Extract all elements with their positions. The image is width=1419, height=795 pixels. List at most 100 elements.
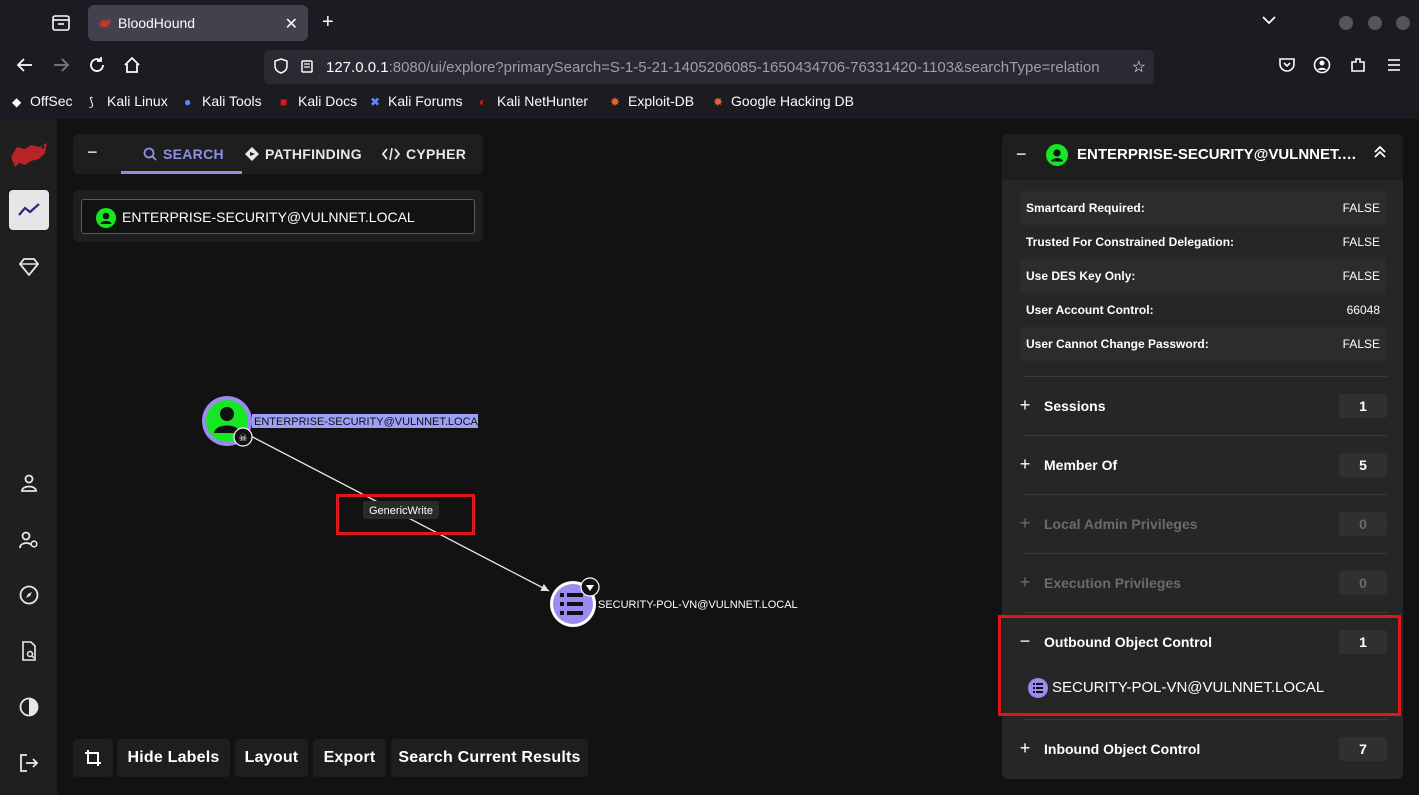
pathfinding-icon <box>245 147 259 161</box>
code-icon <box>381 147 401 161</box>
kali-docs-icon: ■ <box>280 95 288 109</box>
section-sessions[interactable]: + Sessions 1 <box>1020 376 1387 434</box>
export-button[interactable]: Export <box>313 739 386 777</box>
extensions-icon[interactable] <box>1347 56 1369 78</box>
search-input-value[interactable]: ENTERPRISE-SECURITY@VULNNET.LOCAL <box>122 209 415 225</box>
bloodhound-logo-icon[interactable] <box>9 137 49 171</box>
bookmark-kali-docs[interactable]: ■ Kali Docs <box>280 93 357 109</box>
kali-tools-icon: ● <box>184 95 192 109</box>
property-value: FALSE <box>1342 201 1380 215</box>
crop-icon <box>85 750 101 766</box>
close-tab-icon[interactable]: ✕ <box>285 14 298 34</box>
node-enterprise-security[interactable]: ☠ <box>202 396 253 447</box>
expand-icon[interactable]: + <box>1018 738 1032 759</box>
target-node-label: SECURITY-POL-VN@VULNNET.LOCAL <box>598 599 798 611</box>
bloodhound-favicon-icon <box>98 16 112 30</box>
tab-list-icon[interactable] <box>48 12 74 34</box>
bookmark-exploit-db[interactable]: ✸ Exploit-DB <box>610 93 694 109</box>
theme-toggle-icon[interactable] <box>9 687 49 727</box>
pocket-icon[interactable] <box>1276 56 1298 78</box>
section-label[interactable]: Member Of <box>1044 457 1117 473</box>
search-input[interactable]: ENTERPRISE-SECURITY@VULNNET.LOCAL <box>81 199 475 234</box>
user-node-icon <box>1046 144 1068 166</box>
logout-icon[interactable] <box>9 743 49 783</box>
tab-bar: BloodHound ✕ + <box>0 0 1419 46</box>
tab-search[interactable]: SEARCH <box>143 146 224 162</box>
back-arrow-icon[interactable] <box>14 56 36 78</box>
section-count: 7 <box>1339 737 1387 761</box>
crop-button[interactable] <box>73 739 113 777</box>
minimize-window-button[interactable] <box>1339 16 1353 30</box>
close-window-button[interactable] <box>1396 16 1410 30</box>
forward-arrow-icon[interactable] <box>50 56 72 78</box>
expand-icon[interactable]: + <box>1018 454 1032 475</box>
shield-icon[interactable] <box>274 58 288 77</box>
source-node-label: ENTERPRISE-SECURITY@VULNNET.LOCAL <box>254 416 484 428</box>
property-key: User Account Control: <box>1026 303 1154 317</box>
app-sidebar <box>0 119 57 795</box>
bookmark-offsec[interactable]: ◆ OffSec <box>12 93 73 109</box>
reload-icon[interactable] <box>86 56 108 78</box>
home-icon[interactable] <box>121 56 143 78</box>
section-label: Local Admin Privileges <box>1044 516 1198 532</box>
explore-nav-icon[interactable] <box>9 190 49 230</box>
user-node-icon <box>96 208 116 228</box>
account-icon[interactable] <box>1311 56 1333 78</box>
property-row: Use DES Key Only: FALSE <box>1020 259 1386 293</box>
node-security-pol-vn[interactable] <box>550 577 600 627</box>
property-key: User Cannot Change Password: <box>1026 337 1209 351</box>
panel-title: ENTERPRISE-SECURITY@VULNNET.LOC... <box>1077 146 1359 163</box>
new-tab-icon[interactable]: + <box>322 11 334 34</box>
diamond-nav-icon[interactable] <box>9 247 49 287</box>
property-key: Use DES Key Only: <box>1026 269 1136 283</box>
collapse-search-icon[interactable]: − <box>87 142 98 163</box>
bookmark-google-hacking-db[interactable]: ✸ Google Hacking DB <box>713 93 854 109</box>
property-key: Trusted For Constrained Delegation: <box>1026 235 1235 249</box>
file-search-nav-icon[interactable] <box>9 631 49 671</box>
panel-header: − ENTERPRISE-SECURITY@VULNNET.LOC... <box>1002 134 1403 176</box>
menu-icon[interactable] <box>1383 56 1405 78</box>
highlight-box-outbound <box>998 615 1401 716</box>
property-value: FALSE <box>1342 235 1380 249</box>
tab-cypher[interactable]: CYPHER <box>381 146 466 162</box>
section-label[interactable]: Inbound Object Control <box>1044 741 1200 757</box>
search-current-results-button[interactable]: Search Current Results <box>391 739 588 777</box>
property-value: FALSE <box>1342 269 1380 283</box>
active-tab-indicator <box>121 171 242 174</box>
bookmark-kali-linux[interactable]: ⟆ Kali Linux <box>89 93 168 109</box>
user-nav-icon[interactable] <box>9 463 49 503</box>
section-count: 0 <box>1339 571 1387 595</box>
section-label[interactable]: Sessions <box>1044 398 1105 414</box>
maximize-window-button[interactable] <box>1368 16 1382 30</box>
section-count: 0 <box>1339 512 1387 536</box>
compass-nav-icon[interactable] <box>9 575 49 615</box>
section-execution-privileges: + Execution Privileges 0 <box>1020 553 1387 611</box>
section-member-of[interactable]: + Member Of 5 <box>1020 435 1387 493</box>
svg-text:☠: ☠ <box>239 433 248 444</box>
offsec-icon: ◆ <box>12 95 22 109</box>
collapse-panel-icon[interactable]: − <box>1016 144 1027 165</box>
layout-button[interactable]: Layout <box>235 739 308 777</box>
bookmark-star-icon[interactable]: ☆ <box>1132 57 1146 77</box>
tab-pathfinding[interactable]: PATHFINDING <box>245 146 362 162</box>
url-bar[interactable]: 127.0.0.1:8080/ui/explore?primarySearch=… <box>264 50 1154 84</box>
bookmark-kali-forums[interactable]: ✖ Kali Forums <box>370 93 463 109</box>
property-row: Smartcard Required: FALSE <box>1020 191 1386 225</box>
search-tabs-card: − SEARCH PATHFINDING CYPHER <box>73 134 483 174</box>
bookmark-kali-nethunter[interactable]: ◐ Kali NetHunter <box>479 93 588 109</box>
expand-icon: + <box>1019 572 1031 592</box>
url-text[interactable]: 127.0.0.1:8080/ui/explore?primarySearch=… <box>326 59 1122 76</box>
property-row: Trusted For Constrained Delegation: FALS… <box>1020 225 1386 259</box>
expand-icon[interactable]: + <box>1018 395 1032 416</box>
page-info-icon[interactable] <box>300 58 314 77</box>
tab-bloodhound[interactable]: BloodHound ✕ <box>88 5 308 41</box>
section-inbound-object-control[interactable]: + Inbound Object Control 7 <box>1020 719 1387 777</box>
chevron-double-up-icon[interactable] <box>1373 145 1387 162</box>
hide-labels-button[interactable]: Hide Labels <box>117 739 230 777</box>
property-row: User Cannot Change Password: FALSE <box>1020 327 1386 361</box>
user-settings-nav-icon[interactable] <box>9 520 49 560</box>
bookmark-kali-tools[interactable]: ● Kali Tools <box>184 93 262 109</box>
expand-icon: + <box>1019 513 1031 533</box>
kali-dragon-icon: ⟆ <box>89 95 94 109</box>
chevron-down-icon[interactable] <box>1262 12 1276 28</box>
